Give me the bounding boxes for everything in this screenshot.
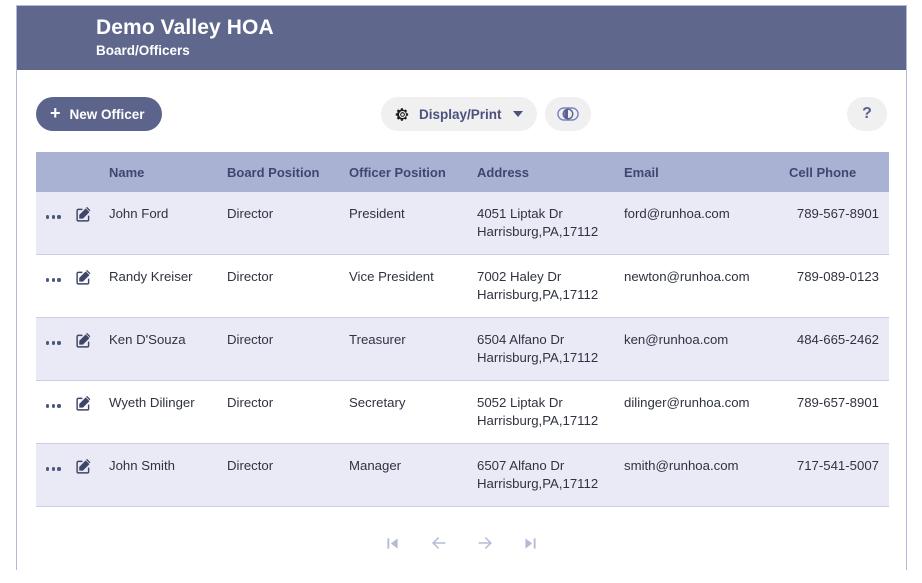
edit-icon[interactable] xyxy=(75,269,92,285)
address-line-2: Harrisburg,PA,17112 xyxy=(477,287,599,302)
row-actions-cell xyxy=(36,317,99,381)
cell-address: 7002 Haley Dr Harrisburg,PA,17112 xyxy=(467,254,614,318)
previous-page-icon xyxy=(429,533,449,553)
more-options-icon[interactable] xyxy=(46,332,63,350)
last-page-icon xyxy=(522,535,539,552)
view-toggle-button[interactable] xyxy=(544,97,591,131)
address-line-1: 6507 Alfano Dr xyxy=(477,458,565,473)
cell-cell-phone: 717-541-5007 xyxy=(779,443,889,507)
more-options-icon[interactable] xyxy=(46,395,63,413)
first-page-button[interactable] xyxy=(380,530,406,556)
edit-icon[interactable] xyxy=(75,332,92,348)
plus-icon: + xyxy=(50,103,61,123)
toggle-switch-icon xyxy=(556,107,579,121)
cell-board-position: Director xyxy=(217,317,339,381)
toolbar: + New Officer Display/Print ? xyxy=(17,70,906,152)
table-row[interactable]: Wyeth Dilinger Director Secretary 5052 L… xyxy=(36,380,889,444)
row-actions-cell xyxy=(36,192,99,255)
column-header-name[interactable]: Name xyxy=(99,152,217,192)
cell-cell-phone: 789-657-8901 xyxy=(779,380,889,444)
address-line-2: Harrisburg,PA,17112 xyxy=(477,413,599,428)
cell-officer-position: Secretary xyxy=(339,380,467,444)
row-actions-cell xyxy=(36,380,99,444)
cell-board-position: Director xyxy=(217,443,339,507)
cell-address: 5052 Liptak Dr Harrisburg,PA,17112 xyxy=(467,380,614,444)
address-line-2: Harrisburg,PA,17112 xyxy=(477,476,599,491)
row-actions-cell xyxy=(36,443,99,507)
previous-page-button[interactable] xyxy=(426,530,452,556)
column-header-cell-phone[interactable]: Cell Phone xyxy=(779,152,889,192)
new-officer-button[interactable]: + New Officer xyxy=(36,97,162,131)
cell-email: smith@runhoa.com xyxy=(614,443,779,507)
first-page-icon xyxy=(384,535,401,552)
table-row[interactable]: Randy Kreiser Director Vice President 70… xyxy=(36,254,889,318)
cell-officer-position: President xyxy=(339,192,467,255)
column-header-board-position[interactable]: Board Position xyxy=(217,152,339,192)
table-header: Name Board Position Officer Position Add… xyxy=(36,152,889,192)
cell-address: 4051 Liptak Dr Harrisburg,PA,17112 xyxy=(467,192,614,255)
row-actions-cell xyxy=(36,254,99,318)
display-print-label: Display/Print xyxy=(419,106,502,122)
address-line-1: 4051 Liptak Dr xyxy=(477,206,563,221)
address-line-1: 5052 Liptak Dr xyxy=(477,395,563,410)
last-page-button[interactable] xyxy=(518,530,544,556)
table-body: John Ford Director President 4051 Liptak… xyxy=(36,192,889,507)
cell-name: John Ford xyxy=(99,192,217,255)
column-header-officer-position[interactable]: Officer Position xyxy=(339,152,467,192)
column-header-address[interactable]: Address xyxy=(467,152,614,192)
cell-name: Wyeth Dilinger xyxy=(99,380,217,444)
officers-table-container: Name Board Position Officer Position Add… xyxy=(17,152,906,507)
display-print-button[interactable]: Display/Print xyxy=(381,97,537,131)
pagination xyxy=(17,507,906,579)
app-header: Demo Valley HOA Board/Officers xyxy=(17,6,906,70)
next-page-icon xyxy=(475,533,495,553)
cell-email: ford@runhoa.com xyxy=(614,192,779,255)
gear-icon xyxy=(395,107,410,122)
cell-board-position: Director xyxy=(217,192,339,255)
toolbar-center-group: Display/Print xyxy=(381,97,591,131)
table-row[interactable]: John Ford Director President 4051 Liptak… xyxy=(36,192,889,255)
address-line-2: Harrisburg,PA,17112 xyxy=(477,350,599,365)
address-line-2: Harrisburg,PA,17112 xyxy=(477,224,599,239)
cell-officer-position: Manager xyxy=(339,443,467,507)
column-header-email[interactable]: Email xyxy=(614,152,779,192)
address-line-1: 7002 Haley Dr xyxy=(477,269,562,284)
cell-email: newton@runhoa.com xyxy=(614,254,779,318)
table-row[interactable]: Ken D'Souza Director Treasurer 6504 Alfa… xyxy=(36,317,889,381)
edit-icon[interactable] xyxy=(75,395,92,411)
cell-name: John Smith xyxy=(99,443,217,507)
cell-cell-phone: 484-665-2462 xyxy=(779,317,889,381)
cell-name: Ken D'Souza xyxy=(99,317,217,381)
cell-officer-position: Vice President xyxy=(339,254,467,318)
app-page: Demo Valley HOA Board/Officers + New Off… xyxy=(0,0,922,583)
new-officer-label: New Officer xyxy=(69,106,145,122)
address-line-1: 6504 Alfano Dr xyxy=(477,332,565,347)
cell-cell-phone: 789-089-0123 xyxy=(779,254,889,318)
cell-officer-position: Treasurer xyxy=(339,317,467,381)
help-button[interactable]: ? xyxy=(847,97,887,131)
table-header-row: Name Board Position Officer Position Add… xyxy=(36,152,889,192)
edit-icon[interactable] xyxy=(75,458,92,474)
content-card: Demo Valley HOA Board/Officers + New Off… xyxy=(16,5,907,579)
chevron-down-icon xyxy=(512,111,523,117)
page-title: Demo Valley HOA xyxy=(96,16,274,39)
more-options-icon[interactable] xyxy=(46,206,63,224)
cell-email: dilinger@runhoa.com xyxy=(614,380,779,444)
page-subtitle: Board/Officers xyxy=(96,43,190,58)
column-header-actions xyxy=(36,152,99,192)
cell-address: 6504 Alfano Dr Harrisburg,PA,17112 xyxy=(467,317,614,381)
table-row[interactable]: John Smith Director Manager 6507 Alfano … xyxy=(36,443,889,507)
more-options-icon[interactable] xyxy=(46,269,63,287)
next-page-button[interactable] xyxy=(472,530,498,556)
cell-name: Randy Kreiser xyxy=(99,254,217,318)
cell-board-position: Director xyxy=(217,254,339,318)
cell-board-position: Director xyxy=(217,380,339,444)
cell-address: 6507 Alfano Dr Harrisburg,PA,17112 xyxy=(467,443,614,507)
officers-table: Name Board Position Officer Position Add… xyxy=(36,152,889,507)
cell-cell-phone: 789-567-8901 xyxy=(779,192,889,255)
cell-email: ken@runhoa.com xyxy=(614,317,779,381)
edit-icon[interactable] xyxy=(75,206,92,222)
more-options-icon[interactable] xyxy=(46,458,63,476)
